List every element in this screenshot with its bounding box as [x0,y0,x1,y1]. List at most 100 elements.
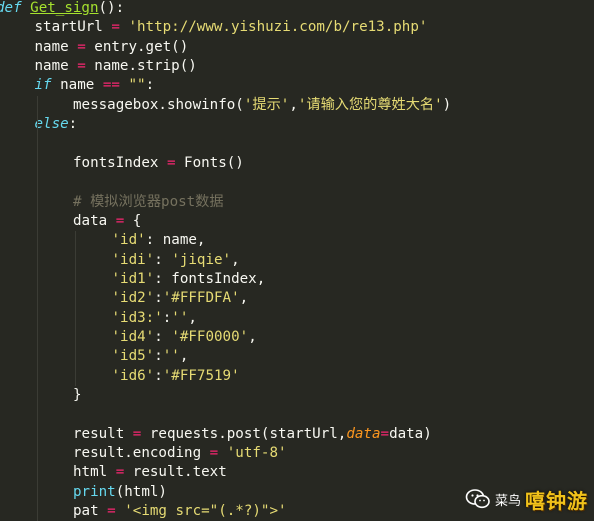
string-literal: 'id2' [111,290,155,307]
code-line[interactable]: def Get_sign(): [0,0,124,18]
code-line[interactable]: name = entry.get() [35,38,189,57]
code-text: result.text [132,464,227,481]
code-line[interactable]: 'id2':'#FFFDFA', [112,289,249,308]
string-literal: '提示' [243,96,290,113]
code-text: { [132,212,142,229]
code-line[interactable]: # 模拟浏览器post数据 [73,193,224,212]
code-text: name.strip() [94,58,197,75]
code-line[interactable]: 'id3:':'', [112,309,197,328]
code-line[interactable]: 'id4': '#FF0000', [112,328,257,347]
code-line[interactable]: 'idi': 'jiqie', [112,251,240,270]
string-literal: '#FFFDFA' [162,290,240,307]
code-line[interactable]: result = requests.post(startUrl,data=dat… [73,425,432,444]
indent-guide [36,95,38,521]
string-literal: 'id1' [111,270,155,287]
string-literal: 'id5' [111,348,155,365]
comment: # 模拟浏览器post数据 [73,193,224,210]
operator: = [98,503,125,520]
operator: = [124,425,150,442]
code-text: name [34,38,69,55]
code-line[interactable]: data = { [73,212,141,231]
operator: = [107,464,133,481]
code-line[interactable]: 'id6':'#FF7519' [112,367,240,386]
code-text: html [73,464,108,481]
code-line[interactable]: print(html) [73,483,167,502]
code-text: (): [98,0,125,16]
code-text: messagebox.showinfo( [73,96,244,113]
code-line[interactable]: 'id': name, [112,231,206,250]
code-text: : name, [145,232,206,249]
string-literal: 'id' [111,232,146,249]
code-line[interactable]: startUrl = 'http://www.yishuzi.com/b/re1… [35,18,428,37]
operator: == [102,77,120,94]
code-line[interactable]: html = result.text [73,463,227,482]
indent-guide [75,231,76,386]
string-literal: 'http://www.yishuzi.com/b/re13.php' [128,19,428,36]
code-text: : [154,290,163,307]
code-text: } [73,387,82,403]
code-text: : [145,77,155,94]
watermark: 菜鸟 嘻钟游 [465,484,588,514]
string-literal: '#FF0000' [171,328,249,345]
code-line[interactable]: 'id5':'', [112,347,189,366]
code-text: : [154,328,172,345]
code-text: requests.post(startUrl, [149,425,347,442]
code-text: entry.get() [94,38,189,55]
code-text: result.encoding [73,445,202,462]
code-text: : [154,348,163,365]
code-text: , [188,309,197,326]
string-literal: '' [171,309,189,326]
code-text: : [154,367,163,384]
operator: = [201,445,227,462]
operator: = [158,154,185,171]
code-text: : [68,116,78,133]
code-text: name [51,77,103,94]
string-literal: 'id3:' [111,309,163,326]
operator: = [380,425,390,442]
code-text: , [289,96,298,113]
code-text: fontsIndex [73,154,159,171]
code-text: : fontsIndex, [154,270,266,287]
wechat-icon [465,488,491,510]
code-line[interactable]: if name == "": [35,76,155,95]
code-text: name [34,58,69,75]
code-line[interactable]: result.encoding = 'utf-8' [73,444,287,463]
string-literal: 'jiqie' [171,251,232,268]
code-line[interactable]: 'id1': fontsIndex, [112,270,266,289]
code-text: startUrl [34,19,103,36]
string-literal: 'utf-8' [226,445,287,462]
code-text: : [154,251,172,268]
code-text: , [248,328,257,345]
string-literal: '<img src="(.*?)">' [124,503,287,520]
code-text: : [162,309,172,326]
watermark-brand-logo: 嘻钟游 [525,488,588,513]
code-text: (html) [115,483,167,500]
code-line[interactable]: else: [35,115,78,134]
operator: = [102,19,129,36]
code-line[interactable]: name = name.strip() [35,57,197,76]
keyword: def [0,0,22,16]
code-line[interactable]: pat = '<img src="(.*?)">' [73,502,287,521]
code-line[interactable]: } [73,386,82,405]
string-literal: '请输入您的尊姓大名' [297,96,443,113]
code-line[interactable]: messagebox.showinfo('提示','请输入您的尊姓大名') [73,96,451,115]
function-name: Get_sign [30,0,99,16]
string-literal: '' [162,348,180,365]
code-text: ) [442,96,452,113]
parameter: data [346,425,381,442]
code-text: result [73,425,125,442]
string-literal: "" [128,77,146,94]
keyword: if [34,77,52,94]
string-literal: '#FF7519' [162,367,240,384]
operator: = [68,58,95,75]
operator: = [107,212,133,229]
code-editor[interactable]: def Get_sign():startUrl = 'http://www.yi… [0,0,594,521]
code-text: , [179,348,189,365]
code-line[interactable]: fontsIndex = Fonts() [73,154,244,173]
watermark-text: 菜鸟 [494,493,521,509]
builtin-name: print [73,483,116,500]
string-literal: 'id4' [111,328,155,345]
operator: = [68,38,95,55]
code-text: data) [389,425,432,442]
